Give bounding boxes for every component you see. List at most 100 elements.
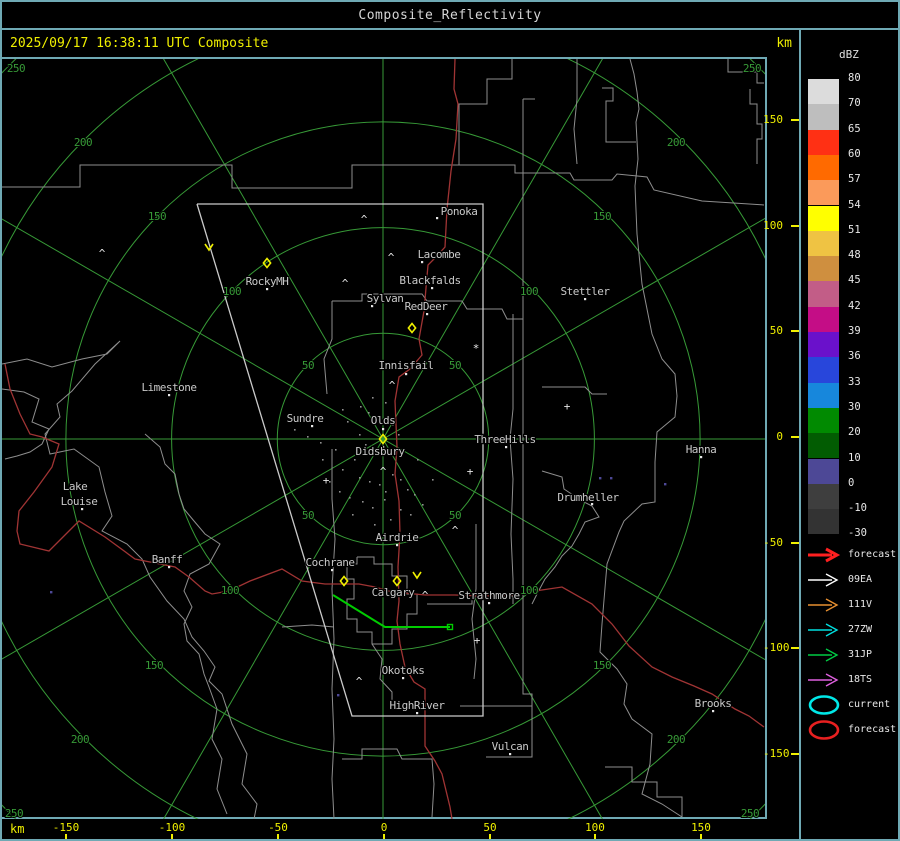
town-dot	[382, 428, 384, 430]
weak-echo-dot	[664, 483, 666, 485]
scale-tick-label: -30	[848, 527, 888, 539]
track-arrow-icon	[806, 594, 844, 616]
scale-color-box	[808, 408, 839, 433]
town-dot	[488, 602, 490, 604]
clutter-echo-dot	[349, 497, 351, 499]
weak-echo-dot	[610, 477, 612, 479]
county-boundary	[459, 165, 764, 205]
city-label: Didsbury	[356, 445, 406, 458]
clutter-echo-dot	[352, 514, 354, 516]
scale-tick-label: 10	[848, 452, 888, 464]
county-boundary	[282, 625, 334, 627]
town-dot	[505, 446, 507, 448]
legend-panel: dBZ 807065605754514845423936333020100-10…	[801, 30, 900, 841]
clutter-echo-dot	[417, 459, 419, 461]
bottom-axis-tick	[65, 834, 67, 841]
window-title: Composite_Reflectivity	[358, 8, 541, 23]
storm-cell-diamond	[393, 577, 400, 586]
city-label: Louise	[61, 495, 98, 508]
ring-distance-label: 150	[593, 210, 611, 223]
ring-distance-label: 150	[145, 659, 163, 672]
bottom-axis-tick	[594, 834, 596, 841]
scale-color-box	[808, 433, 839, 458]
town-dot	[396, 544, 398, 546]
ring-distance-label: 50	[449, 359, 461, 372]
scale-tick-label: 30	[848, 401, 888, 413]
right-axis-label: -150	[763, 747, 783, 760]
scale-tick-label: 45	[848, 274, 888, 286]
map-point-marker: ^	[342, 277, 349, 290]
info-row: 2025/09/17 16:38:11 UTC Composite km	[2, 30, 799, 57]
clutter-echo-dot	[322, 459, 324, 461]
ring-distance-label: 50	[302, 509, 314, 522]
map-point-marker: ^	[356, 675, 363, 688]
scale-tick-label: -10	[848, 502, 888, 514]
clutter-echo-dot	[335, 449, 337, 451]
city-label: Lacombe	[418, 248, 461, 261]
track-arrow-icon	[806, 544, 844, 566]
town-dot	[168, 566, 170, 568]
bottom-axis: km -150-100-50050100150	[2, 819, 799, 841]
county-boundary	[2, 341, 257, 819]
scale-tick-label: 70	[848, 97, 888, 109]
ring-distance-label: 100	[520, 584, 538, 597]
legend-label: 31JP	[848, 649, 872, 660]
clutter-echo-dot	[372, 507, 374, 509]
map-point-marker: +	[564, 400, 571, 413]
city-label: Limestone	[141, 381, 196, 394]
scale-tick-label: 60	[848, 148, 888, 160]
clutter-echo-dot	[339, 491, 341, 493]
city-label: Lake	[63, 480, 88, 493]
scale-color-box	[808, 180, 839, 205]
clutter-echo-dot	[347, 421, 349, 423]
clutter-echo-dot	[354, 459, 356, 461]
ring-distance-label: 150	[148, 210, 166, 223]
storm-ellipse-icon	[806, 719, 844, 741]
ring-distance-label: 200	[667, 733, 685, 746]
clutter-echo-dot	[398, 434, 400, 436]
right-axis-label: 50	[763, 324, 783, 337]
clutter-echo-dot	[359, 477, 361, 479]
city-label: Okotoks	[382, 664, 425, 677]
scale-tick-label: 36	[848, 350, 888, 362]
city-label: Drumheller	[557, 491, 619, 504]
town-dot	[421, 261, 423, 263]
bottom-axis-label: -50	[258, 821, 298, 834]
scale-color-box	[808, 484, 839, 509]
city-label: HighRiver	[389, 699, 445, 712]
city-label: Innisfail	[378, 359, 433, 372]
clutter-echo-dot	[400, 509, 402, 511]
track-arrow-icon	[806, 669, 844, 691]
city-label: Hanna	[686, 443, 717, 456]
scale-tick-label: 51	[848, 224, 888, 236]
bottom-axis-tick	[277, 834, 279, 841]
right-axis-label: 0	[763, 430, 783, 443]
scale-tick-label: 33	[848, 376, 888, 388]
city-label: Sylvan	[367, 292, 404, 305]
town-dot	[426, 313, 428, 315]
town-dot	[509, 753, 511, 755]
clutter-echo-dot	[384, 499, 386, 501]
bottom-axis-label: 100	[575, 821, 615, 834]
bottom-axis-label: 150	[681, 821, 721, 834]
county-boundary	[574, 59, 577, 164]
ring-distance-label: 50	[449, 509, 461, 522]
storm-track-line	[333, 595, 450, 627]
scale-color-box	[808, 104, 839, 129]
map-point-marker: +	[474, 634, 481, 647]
track-arrow-icon	[806, 644, 844, 666]
right-axis-tick	[791, 330, 799, 332]
scale-tick-label: 42	[848, 300, 888, 312]
town-dot	[405, 373, 407, 375]
clutter-echo-dot	[410, 514, 412, 516]
legend-label: forecast	[848, 549, 896, 560]
bottom-axis-label: -100	[152, 821, 192, 834]
city-label: Strathmore	[458, 589, 519, 602]
ring-distance-label: 200	[74, 136, 92, 149]
right-axis-label: -100	[763, 641, 783, 654]
scale-tick-label: 80	[848, 72, 888, 84]
city-label: RedDeer	[405, 300, 449, 313]
scale-title: dBZ	[839, 48, 859, 61]
city-label: Sundre	[287, 412, 324, 425]
town-dot	[431, 287, 433, 289]
